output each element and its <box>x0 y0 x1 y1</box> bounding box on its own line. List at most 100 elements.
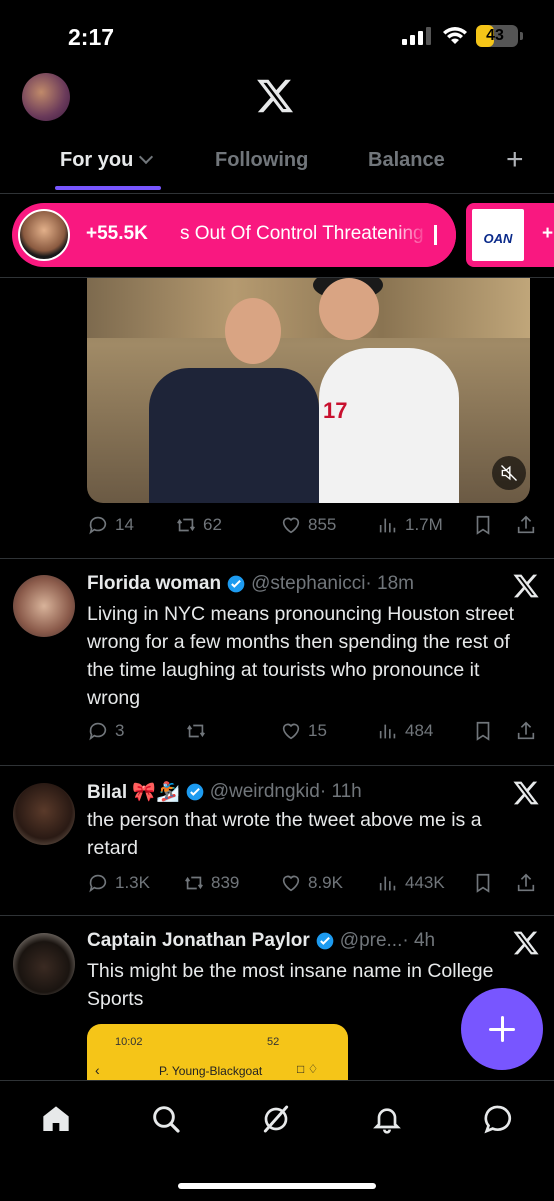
tweet-actions: 14 62 855 1.7M <box>87 514 540 544</box>
tweet-header: Florida woman @stephanicci · 18m <box>87 573 414 595</box>
views-button[interactable]: 443K <box>377 872 445 894</box>
reply-button[interactable]: 1.3K <box>87 872 150 894</box>
author-handle[interactable]: @pre... <box>340 930 403 952</box>
reply-button[interactable]: 3 <box>87 720 124 742</box>
heart-icon <box>282 723 300 740</box>
tweet-avatar[interactable] <box>13 783 75 845</box>
views-button[interactable]: 1.7M <box>377 514 443 536</box>
tab-for-you[interactable]: For you <box>60 149 154 172</box>
author-name[interactable]: Captain Jonathan Paylor <box>87 930 310 952</box>
embed-status: 52 <box>267 1036 280 1048</box>
media-figure <box>319 348 459 503</box>
tweet-time: · 18m <box>365 573 414 594</box>
tab-balance[interactable]: Balance <box>368 149 445 172</box>
home-icon[interactable] <box>40 1103 72 1135</box>
embed-title: P. Young-Blackgoat <box>159 1064 263 1078</box>
x-logo-icon <box>513 574 539 598</box>
messages-icon[interactable] <box>482 1103 514 1135</box>
reply-count: 1.3K <box>115 873 150 892</box>
repost-button[interactable]: 839 <box>183 872 239 894</box>
tweet-text: the person that wrote the tweet above me… <box>87 809 482 859</box>
views-button[interactable]: 484 <box>377 720 433 742</box>
x-logo-icon[interactable] <box>255 76 295 116</box>
bookmark-icon[interactable] <box>472 514 494 536</box>
heart-icon <box>282 875 300 892</box>
share-icon[interactable] <box>515 872 537 894</box>
tweet-header: Bilal 🎀🏂 @weirdngkid · 11h <box>87 780 362 804</box>
repost-count: 62 <box>203 515 222 534</box>
bottom-navigation <box>0 1080 554 1201</box>
author-handle[interactable]: @stephanicci <box>251 573 365 595</box>
status-bar: 2:17 43 <box>0 0 554 70</box>
tab-for-you-label: For you <box>60 149 134 171</box>
trending-fade <box>392 203 456 267</box>
tweet-avatar[interactable] <box>13 575 75 637</box>
bookmark-icon[interactable] <box>472 720 494 742</box>
tab-following[interactable]: Following <box>215 149 308 172</box>
verified-badge-icon <box>316 932 334 950</box>
author-name[interactable]: Bilal 🎀🏂 <box>87 780 180 804</box>
x-logo-icon <box>513 781 539 805</box>
tweet-actions: 1.3K 839 8.9K 443K <box>87 872 540 902</box>
divider <box>0 765 554 766</box>
tweet-time: · 11h <box>319 781 362 802</box>
views-icon <box>379 724 396 739</box>
share-icon[interactable] <box>515 514 537 536</box>
repost-button[interactable]: 62 <box>175 514 222 536</box>
divider <box>0 558 554 559</box>
compose-button[interactable] <box>461 988 543 1070</box>
reply-button[interactable]: 14 <box>87 514 134 536</box>
like-count: 855 <box>308 515 337 534</box>
verified-badge-icon <box>227 575 245 593</box>
grok-icon[interactable] <box>260 1103 292 1135</box>
share-icon[interactable] <box>515 720 537 742</box>
trending-avatar <box>18 209 70 261</box>
like-button[interactable]: 8.9K <box>280 872 343 894</box>
repost-button[interactable] <box>185 720 213 742</box>
repost-icon <box>177 518 195 532</box>
media-figure <box>319 278 379 340</box>
search-icon[interactable] <box>150 1103 182 1135</box>
views-icon <box>379 518 396 533</box>
view-count: 484 <box>405 721 434 740</box>
profile-avatar[interactable] <box>22 73 70 121</box>
media-figure <box>149 368 319 503</box>
tweet-text: This might be the most insane name in Co… <box>87 960 494 1010</box>
notifications-icon[interactable] <box>371 1103 403 1135</box>
status-time: 2:17 <box>68 24 115 50</box>
trending-count-2: + <box>542 223 554 244</box>
active-tab-indicator <box>55 186 161 190</box>
jersey-number: 17 <box>323 398 348 423</box>
chevron-down-icon <box>139 149 154 165</box>
battery-indicator: 43 <box>476 25 523 47</box>
like-button[interactable]: 855 <box>280 514 336 536</box>
tweet-media-image[interactable]: 10:02 52 ‹ P. Young-Blackgoat □ ♢ <box>87 1024 348 1084</box>
author-handle[interactable]: @weirdngkid <box>210 781 320 803</box>
reply-count: 3 <box>115 721 125 740</box>
oan-logo: OAN <box>472 209 524 261</box>
tweet-avatar[interactable] <box>13 933 75 995</box>
add-tab-plus-icon[interactable]: + <box>506 143 524 177</box>
repost-icon <box>185 876 203 890</box>
author-name[interactable]: Florida woman <box>87 573 221 595</box>
oan-logo-text: OAN <box>483 231 513 246</box>
cellular-signal-icon <box>402 27 431 45</box>
mute-button[interactable] <box>492 456 526 490</box>
tweet-media-video[interactable]: 17 <box>87 278 530 503</box>
trending-count: +55.5K <box>86 223 148 244</box>
view-count: 443K <box>405 873 445 892</box>
bookmark-icon[interactable] <box>472 872 494 894</box>
trending-pill[interactable]: +55.5K s Out Of Control Threatening <box>12 203 456 267</box>
like-button[interactable]: 15 <box>280 720 327 742</box>
tweet-header: Captain Jonathan Paylor @pre... · 4h <box>87 930 435 952</box>
muted-speaker-icon <box>501 465 517 481</box>
reply-count: 14 <box>115 515 134 534</box>
battery-nub <box>520 32 523 40</box>
battery-percent: 43 <box>486 27 504 44</box>
reply-icon <box>89 722 107 741</box>
back-chevron-icon: ‹ <box>95 1062 100 1078</box>
repost-count: 839 <box>211 873 240 892</box>
trending-pill-2[interactable]: OAN + <box>466 203 554 267</box>
tweet-text: Living in NYC means pronouncing Houston … <box>87 603 515 709</box>
heart-icon <box>282 517 300 534</box>
